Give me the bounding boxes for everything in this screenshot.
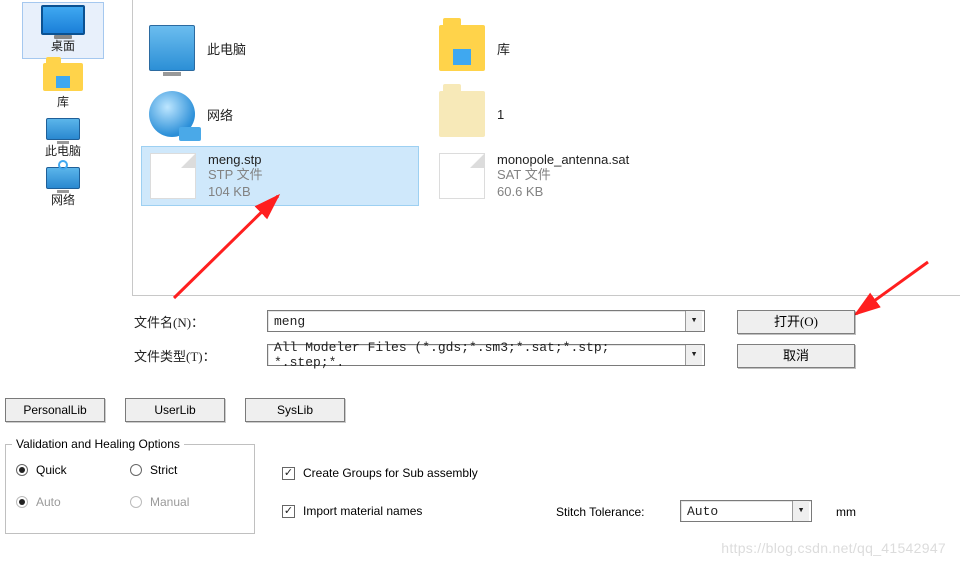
sidebar-item-label: 库 <box>57 93 69 110</box>
stitch-tolerance-value: Auto <box>687 504 718 519</box>
stitch-tolerance-unit: mm <box>836 505 856 519</box>
this-pc-icon <box>46 118 80 140</box>
file-item-libraries[interactable]: 库 <box>431 18 701 78</box>
radio-manual: Manual <box>130 495 244 509</box>
places-sidebar: 桌面 库 此电脑 网络 <box>8 0 118 212</box>
file-icon <box>439 153 485 199</box>
file-icon <box>150 153 196 199</box>
file-name: monopole_antenna.sat <box>497 152 629 167</box>
file-item-meng-stp[interactable]: meng.stp STP 文件 104 KB <box>141 146 419 206</box>
file-name: 1 <box>497 107 504 122</box>
radio-icon <box>130 464 142 476</box>
file-name: 库 <box>497 39 510 58</box>
filetype-label: 文件类型(T)： <box>134 346 254 365</box>
filename-combo[interactable]: meng <box>267 310 705 332</box>
network-icon <box>149 91 195 137</box>
library-tabs: PersonalLib UserLib SysLib <box>5 398 345 422</box>
file-type: SAT 文件 <box>497 167 629 184</box>
filetype-row: 文件类型(T)： <box>134 346 254 365</box>
file-item-network[interactable]: 网络 <box>141 84 411 144</box>
file-type: STP 文件 <box>208 167 263 184</box>
validation-group: Validation and Healing Options Quick Str… <box>5 444 255 534</box>
radio-quick[interactable]: Quick <box>16 463 130 477</box>
filetype-combo[interactable]: All Modeler Files (*.gds;*.sm3;*.sat;*.s… <box>267 344 705 366</box>
network-icon <box>46 167 80 189</box>
sidebar-item-desktop[interactable]: 桌面 <box>22 2 104 59</box>
file-size: 60.6 KB <box>497 184 629 201</box>
file-item-monopole-sat[interactable]: monopole_antenna.sat SAT 文件 60.6 KB <box>431 146 709 206</box>
filename-row: 文件名(N)： <box>134 312 254 331</box>
checkbox-icon <box>282 467 295 480</box>
stitch-tolerance-label: Stitch Tolerance: <box>556 505 645 519</box>
sidebar-item-label: 网络 <box>51 191 75 208</box>
file-item-this-pc[interactable]: 此电脑 <box>141 18 411 78</box>
tab-sys-lib[interactable]: SysLib <box>245 398 345 422</box>
desktop-icon <box>41 5 85 35</box>
checkbox-create-groups[interactable]: Create Groups for Sub assembly <box>282 466 478 480</box>
sidebar-item-this-pc[interactable]: 此电脑 <box>22 116 104 163</box>
file-item-folder-1[interactable]: 1 <box>431 84 701 144</box>
radio-strict[interactable]: Strict <box>130 463 244 477</box>
tab-user-lib[interactable]: UserLib <box>125 398 225 422</box>
radio-icon <box>130 496 142 508</box>
tab-personal-lib[interactable]: PersonalLib <box>5 398 105 422</box>
sidebar-item-label: 桌面 <box>51 37 75 54</box>
filetype-value: All Modeler Files (*.gds;*.sm3;*.sat;*.s… <box>274 340 684 370</box>
this-pc-icon <box>149 25 195 71</box>
group-title: Validation and Healing Options <box>12 437 184 451</box>
radio-icon <box>16 496 28 508</box>
filename-value: meng <box>274 314 305 329</box>
sidebar-item-libraries[interactable]: 库 <box>22 61 104 114</box>
stitch-tolerance-combo[interactable]: Auto <box>680 500 812 522</box>
checkbox-icon <box>282 505 295 518</box>
libraries-icon <box>439 25 485 71</box>
file-name: meng.stp <box>208 152 263 167</box>
file-name: 此电脑 <box>207 39 246 58</box>
radio-auto: Auto <box>16 495 130 509</box>
libraries-icon <box>43 63 83 91</box>
file-name: 网络 <box>207 105 233 124</box>
sidebar-item-label: 此电脑 <box>45 142 81 159</box>
folder-icon <box>439 91 485 137</box>
sidebar-item-network[interactable]: 网络 <box>22 165 104 212</box>
open-button[interactable]: 打开(O) <box>737 310 855 334</box>
checkbox-import-materials[interactable]: Import material names <box>282 504 422 518</box>
cancel-button[interactable]: 取消 <box>737 344 855 368</box>
file-size: 104 KB <box>208 184 263 201</box>
filename-label: 文件名(N)： <box>134 312 254 331</box>
radio-icon <box>16 464 28 476</box>
watermark: https://blog.csdn.net/qq_41542947 <box>721 540 946 556</box>
file-list-pane: 此电脑 网络 meng.stp STP 文件 104 KB 库 1 monopo… <box>132 0 960 296</box>
